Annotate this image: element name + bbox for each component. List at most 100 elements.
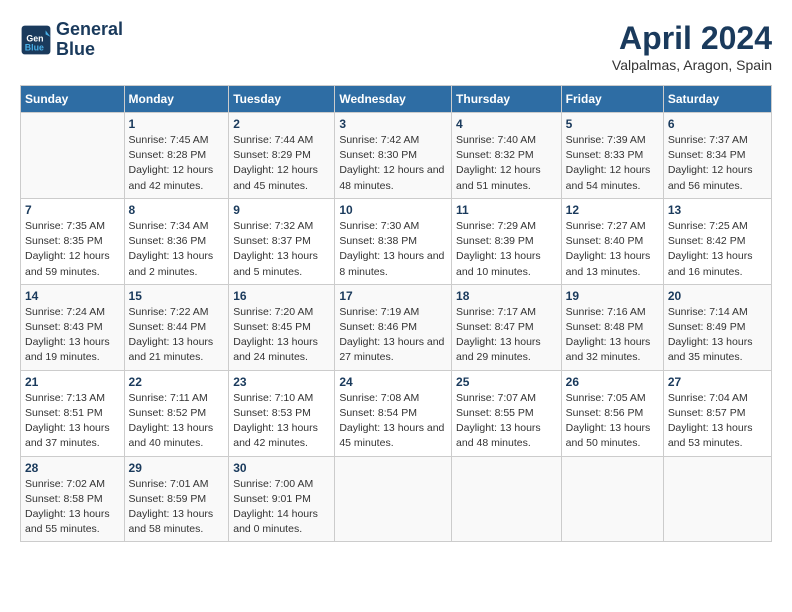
day-number: 11: [456, 203, 557, 217]
day-cell: 2Sunrise: 7:44 AMSunset: 8:29 PMDaylight…: [229, 113, 335, 199]
day-cell: 13Sunrise: 7:25 AMSunset: 8:42 PMDayligh…: [663, 198, 771, 284]
day-info: Sunrise: 7:27 AMSunset: 8:40 PMDaylight:…: [566, 219, 659, 280]
day-cell: 25Sunrise: 7:07 AMSunset: 8:55 PMDayligh…: [452, 370, 562, 456]
day-cell: [663, 456, 771, 542]
calendar-header: SundayMondayTuesdayWednesdayThursdayFrid…: [21, 86, 772, 113]
logo-text-line1: General: [56, 20, 123, 40]
logo-text-line2: Blue: [56, 40, 123, 60]
day-info: Sunrise: 7:35 AMSunset: 8:35 PMDaylight:…: [25, 219, 120, 280]
subtitle: Valpalmas, Aragon, Spain: [612, 57, 772, 73]
day-cell: 17Sunrise: 7:19 AMSunset: 8:46 PMDayligh…: [335, 284, 452, 370]
day-number: 6: [668, 117, 767, 131]
day-cell: 8 Sunrise: 7:34 AMSunset: 8:36 PMDaylight…: [124, 198, 229, 284]
day-info: Sunrise: 7:02 AMSunset: 8:58 PMDaylight:…: [25, 477, 120, 538]
day-cell: [561, 456, 663, 542]
day-cell: 5 Sunrise: 7:39 AMSunset: 8:33 PMDaylight…: [561, 113, 663, 199]
column-header-tuesday: Tuesday: [229, 86, 335, 113]
day-info: Sunrise: 7:29 AMSunset: 8:39 PMDaylight:…: [456, 219, 557, 280]
day-info: Sunrise: 7:40 AMSunset: 8:32 PMDaylight:…: [456, 133, 557, 194]
day-cell: 12 Sunrise: 7:27 AMSunset: 8:40 PMDayligh…: [561, 198, 663, 284]
day-cell: 26 Sunrise: 7:05 AMSunset: 8:56 PMDayligh…: [561, 370, 663, 456]
day-number: 8: [129, 203, 225, 217]
day-number: 1: [129, 117, 225, 131]
day-info: Sunrise: 7:14 AMSunset: 8:49 PMDaylight:…: [668, 305, 767, 366]
column-header-wednesday: Wednesday: [335, 86, 452, 113]
day-number: 20: [668, 289, 767, 303]
day-number: 15: [129, 289, 225, 303]
column-header-sunday: Sunday: [21, 86, 125, 113]
week-row-4: 21Sunrise: 7:13 AMSunset: 8:51 PMDayligh…: [21, 370, 772, 456]
day-cell: [21, 113, 125, 199]
day-cell: 19 Sunrise: 7:16 AMSunset: 8:48 PMDayligh…: [561, 284, 663, 370]
day-number: 12: [566, 203, 659, 217]
day-cell: 9Sunrise: 7:32 AMSunset: 8:37 PMDaylight…: [229, 198, 335, 284]
day-info: Sunrise: 7:37 AMSunset: 8:34 PMDaylight:…: [668, 133, 767, 194]
day-number: 26: [566, 375, 659, 389]
day-info: Sunrise: 7:05 AMSunset: 8:56 PMDaylight:…: [566, 391, 659, 452]
day-number: 22: [129, 375, 225, 389]
day-info: Sunrise: 7:00 AMSunset: 9:01 PMDaylight:…: [233, 477, 330, 538]
column-header-thursday: Thursday: [452, 86, 562, 113]
day-number: 19: [566, 289, 659, 303]
day-info: Sunrise: 7:19 AMSunset: 8:46 PMDaylight:…: [339, 305, 447, 366]
day-cell: 20 Sunrise: 7:14 AMSunset: 8:49 PMDayligh…: [663, 284, 771, 370]
week-row-1: 1 Sunrise: 7:45 AMSunset: 8:28 PMDaylight…: [21, 113, 772, 199]
day-cell: [335, 456, 452, 542]
day-number: 3: [339, 117, 447, 131]
day-info: Sunrise: 7:25 AMSunset: 8:42 PMDaylight:…: [668, 219, 767, 280]
day-info: Sunrise: 7:45 AMSunset: 8:28 PMDaylight:…: [129, 133, 225, 194]
day-number: 10: [339, 203, 447, 217]
day-info: Sunrise: 7:01 AMSunset: 8:59 PMDaylight:…: [129, 477, 225, 538]
day-info: Sunrise: 7:22 AMSunset: 8:44 PMDaylight:…: [129, 305, 225, 366]
logo: Gen Blue General Blue: [20, 20, 123, 60]
week-row-5: 28 Sunrise: 7:02 AMSunset: 8:58 PMDayligh…: [21, 456, 772, 542]
day-number: 23: [233, 375, 330, 389]
day-cell: 23 Sunrise: 7:10 AMSunset: 8:53 PMDayligh…: [229, 370, 335, 456]
day-cell: 30 Sunrise: 7:00 AMSunset: 9:01 PMDayligh…: [229, 456, 335, 542]
day-number: 27: [668, 375, 767, 389]
day-info: Sunrise: 7:39 AMSunset: 8:33 PMDaylight:…: [566, 133, 659, 194]
column-header-friday: Friday: [561, 86, 663, 113]
day-info: Sunrise: 7:44 AMSunset: 8:29 PMDaylight:…: [233, 133, 330, 194]
day-number: 21: [25, 375, 120, 389]
day-info: Sunrise: 7:11 AMSunset: 8:52 PMDaylight:…: [129, 391, 225, 452]
day-number: 14: [25, 289, 120, 303]
day-cell: 3 Sunrise: 7:42 AMSunset: 8:30 PMDaylight…: [335, 113, 452, 199]
page-header: Gen Blue General Blue April 2024 Valpalm…: [20, 20, 772, 73]
day-number: 7: [25, 203, 120, 217]
day-info: Sunrise: 7:16 AMSunset: 8:48 PMDaylight:…: [566, 305, 659, 366]
day-number: 16: [233, 289, 330, 303]
day-cell: 1 Sunrise: 7:45 AMSunset: 8:28 PMDaylight…: [124, 113, 229, 199]
day-cell: 14 Sunrise: 7:24 AMSunset: 8:43 PMDayligh…: [21, 284, 125, 370]
day-info: Sunrise: 7:08 AMSunset: 8:54 PMDaylight:…: [339, 391, 447, 452]
week-row-2: 7 Sunrise: 7:35 AMSunset: 8:35 PMDaylight…: [21, 198, 772, 284]
day-info: Sunrise: 7:34 AMSunset: 8:36 PMDaylight:…: [129, 219, 225, 280]
svg-text:Blue: Blue: [25, 42, 44, 52]
day-number: 4: [456, 117, 557, 131]
logo-icon: Gen Blue: [20, 24, 52, 56]
day-info: Sunrise: 7:42 AMSunset: 8:30 PMDaylight:…: [339, 133, 447, 194]
title-area: April 2024 Valpalmas, Aragon, Spain: [612, 20, 772, 73]
day-cell: [452, 456, 562, 542]
day-info: Sunrise: 7:24 AMSunset: 8:43 PMDaylight:…: [25, 305, 120, 366]
calendar-body: 1 Sunrise: 7:45 AMSunset: 8:28 PMDaylight…: [21, 113, 772, 542]
main-title: April 2024: [612, 20, 772, 57]
day-number: 24: [339, 375, 447, 389]
day-cell: 22 Sunrise: 7:11 AMSunset: 8:52 PMDayligh…: [124, 370, 229, 456]
day-cell: 18Sunrise: 7:17 AMSunset: 8:47 PMDayligh…: [452, 284, 562, 370]
day-number: 18: [456, 289, 557, 303]
day-cell: 16Sunrise: 7:20 AMSunset: 8:45 PMDayligh…: [229, 284, 335, 370]
column-header-monday: Monday: [124, 86, 229, 113]
header-row: SundayMondayTuesdayWednesdayThursdayFrid…: [21, 86, 772, 113]
day-cell: 11 Sunrise: 7:29 AMSunset: 8:39 PMDayligh…: [452, 198, 562, 284]
day-info: Sunrise: 7:10 AMSunset: 8:53 PMDaylight:…: [233, 391, 330, 452]
week-row-3: 14 Sunrise: 7:24 AMSunset: 8:43 PMDayligh…: [21, 284, 772, 370]
day-number: 25: [456, 375, 557, 389]
day-number: 5: [566, 117, 659, 131]
day-cell: 7 Sunrise: 7:35 AMSunset: 8:35 PMDaylight…: [21, 198, 125, 284]
day-cell: 10 Sunrise: 7:30 AMSunset: 8:38 PMDayligh…: [335, 198, 452, 284]
day-cell: 28 Sunrise: 7:02 AMSunset: 8:58 PMDayligh…: [21, 456, 125, 542]
day-info: Sunrise: 7:30 AMSunset: 8:38 PMDaylight:…: [339, 219, 447, 280]
day-number: 28: [25, 461, 120, 475]
day-number: 30: [233, 461, 330, 475]
